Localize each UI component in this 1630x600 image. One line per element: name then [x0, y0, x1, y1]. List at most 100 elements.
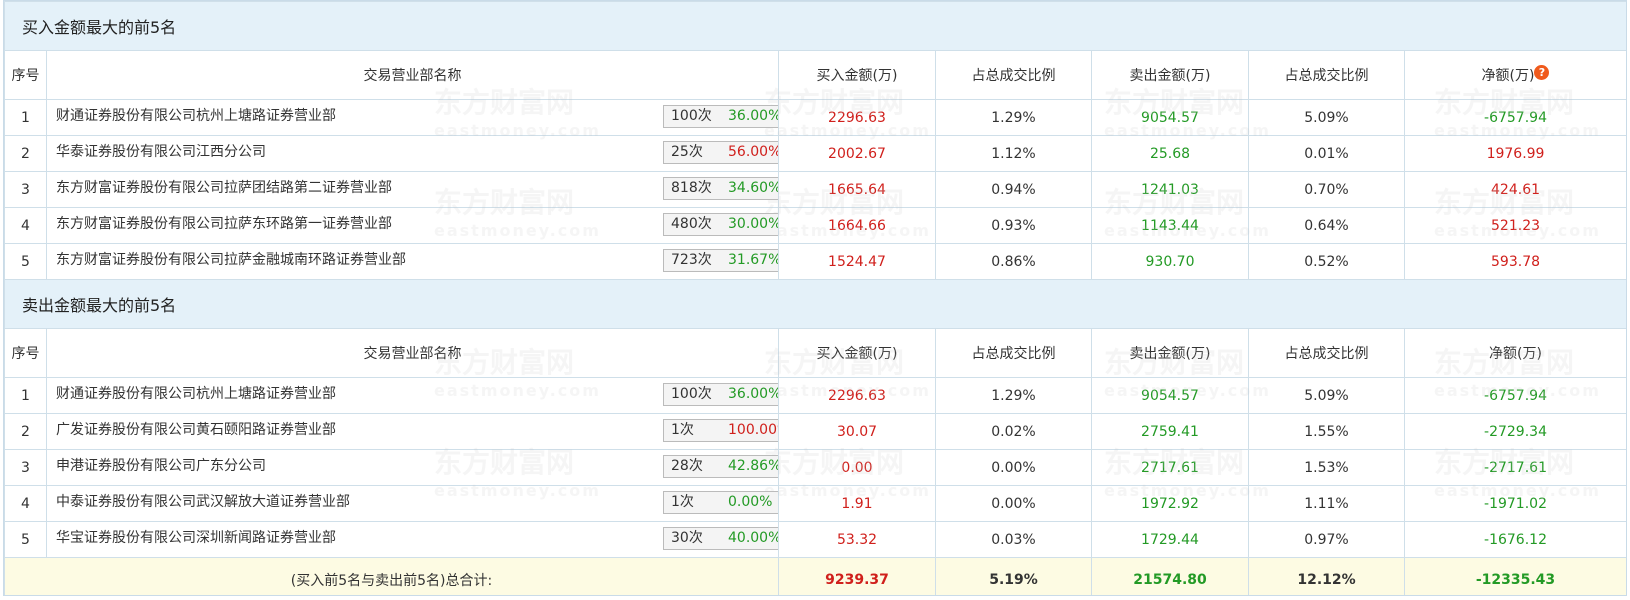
column-header: 买入金额(万) — [778, 328, 936, 378]
net-amount: 521.23 — [1403, 207, 1626, 244]
sell-ratio: 0.70% — [1248, 171, 1405, 208]
sell-amount: 1143.44 — [1091, 207, 1249, 244]
row-index: 5 — [4, 521, 47, 558]
column-header: 交易营业部名称 — [46, 50, 779, 100]
broker-cell: 华宝证券股份有限公司深圳新闻路证券营业部 30次 40.00% — [46, 521, 779, 558]
column-header: 占总成交比例 — [935, 50, 1092, 100]
total-label: (买入前5名与卖出前5名)总合计: — [4, 557, 779, 595]
broker-name[interactable]: 财通证券股份有限公司杭州上塘路证券营业部 — [56, 101, 336, 134]
sell-ratio: 5.09% — [1248, 99, 1405, 136]
table-row: 3 申港证券股份有限公司广东分公司 28次 42.86% 0.00 0.00% 2717.6… — [4, 449, 1626, 486]
buy-ratio: 0.02% — [935, 413, 1092, 450]
broker-name[interactable]: 财通证券股份有限公司杭州上塘路证券营业部 — [56, 379, 336, 412]
table-row: 1财通证券股份有限公司杭州上塘路证券营业部100次36.00%?2296.631… — [4, 99, 1626, 136]
buy-ratio: 0.86% — [935, 243, 1092, 280]
broker-name[interactable]: 华宝证券股份有限公司深圳新闻路证券营业部 — [56, 523, 336, 556]
sell-ratio: 0.01% — [1248, 135, 1405, 172]
row-index: 3 — [4, 171, 47, 208]
sell-ratio: 1.55% — [1248, 413, 1405, 450]
buy-ratio: 1.29% — [935, 377, 1092, 414]
broker-name[interactable]: 中泰证券股份有限公司武汉解放大道证券营业部 — [56, 487, 350, 520]
success-rate: 34.60% — [728, 180, 779, 196]
broker-cell: 华泰证券股份有限公司江西分公司 25次 56.00% — [46, 135, 779, 172]
broker-stats-box[interactable]: 30次 40.00% — [663, 527, 778, 550]
total-row: (买入前5名与卖出前5名)总合计: 9239.37 5.19% 21574.80… — [4, 557, 1626, 595]
table-row: 4 东方财富证券股份有限公司拉萨东环路第一证券营业部 480次 30.00% 1664.… — [4, 207, 1626, 244]
buy-section-title: 买入金额最大的前5名 — [4, 1, 1626, 51]
sell-ratio: 0.52% — [1248, 243, 1405, 280]
sell-table-body: 1财通证券股份有限公司杭州上塘路证券营业部100次36.00%?2296.631… — [4, 377, 1626, 558]
table-row: 2 华泰证券股份有限公司江西分公司 25次 56.00% 2002.67 1.12% 25.… — [4, 135, 1626, 172]
net-amount: -6757.94 — [1403, 377, 1626, 414]
total-buy: 9239.37 — [778, 557, 936, 595]
listing-count: 1次 — [671, 422, 694, 438]
sell-amount: 2759.41 — [1091, 413, 1249, 450]
broker-stats-box[interactable]: 818次 34.60% — [663, 177, 779, 200]
listing-count: 723次 — [671, 252, 712, 268]
column-header: 占总成交比例 — [935, 328, 1092, 378]
listing-count: 480次 — [671, 216, 712, 232]
broker-stats-box[interactable]: 25次 56.00% — [663, 141, 778, 164]
broker-stats-box[interactable]: 480次 30.00% — [663, 213, 778, 236]
total-buy-ratio: 5.19% — [935, 557, 1092, 595]
table-row: 5 东方财富证券股份有限公司拉萨金融城南环路证券营业部 723次 31.67% 1524… — [4, 243, 1626, 280]
row-index: 4 — [4, 207, 47, 244]
listing-count: 25次 — [671, 144, 703, 160]
total-net: -12335.43 — [1403, 557, 1626, 595]
table-row: 4 中泰证券股份有限公司武汉解放大道证券营业部 1次 0.00% 1.91 0.00% 19… — [4, 485, 1626, 522]
buy-amount: 2002.67 — [778, 135, 936, 172]
column-header: 卖出金额(万) — [1091, 50, 1249, 100]
listing-count: 1次 — [671, 494, 694, 510]
sell-amount: 1972.92 — [1091, 485, 1249, 522]
table-row: 3 东方财富证券股份有限公司拉萨团结路第二证券营业部 818次 34.60% 1665.… — [4, 171, 1626, 208]
row-index: 2 — [4, 135, 47, 172]
buy-table-body: 1财通证券股份有限公司杭州上塘路证券营业部100次36.00%?2296.631… — [4, 99, 1626, 280]
broker-stats-box[interactable]: 28次 42.86% — [663, 455, 778, 478]
sell-amount: 9054.57 — [1091, 99, 1249, 136]
sell-ratio: 0.64% — [1248, 207, 1405, 244]
net-amount: -1971.02 — [1403, 485, 1626, 522]
net-header-label: 净额(万) — [1481, 68, 1535, 84]
broker-name[interactable]: 东方财富证券股份有限公司拉萨东环路第一证券营业部 — [56, 209, 392, 242]
broker-stats-box[interactable]: 1次 0.00% — [663, 491, 778, 514]
question-icon[interactable]: ? — [1534, 65, 1550, 80]
column-header: 占总成交比例 — [1248, 328, 1405, 378]
sell-table-header: 序号 交易营业部名称 买入金额(万) 占总成交比例 卖出金额(万) 占总成交比例 净额(万) — [4, 328, 1626, 378]
buy-ratio: 1.29% — [935, 99, 1092, 136]
buy-ratio: 0.94% — [935, 171, 1092, 208]
sell-amount: 1729.44 — [1091, 521, 1249, 558]
broker-cell: 东方财富证券股份有限公司拉萨团结路第二证券营业部 818次 34.60% — [46, 171, 779, 208]
sell-ratio: 1.53% — [1248, 449, 1405, 486]
broker-stats-box[interactable]: 100次36.00%? — [663, 383, 778, 406]
sell-amount: 1241.03 — [1091, 171, 1249, 208]
column-header: 卖出金额(万) — [1091, 328, 1249, 378]
sell-ratio: 1.11% — [1248, 485, 1405, 522]
broker-name[interactable]: 广发证券股份有限公司黄石颐阳路证券营业部 — [56, 415, 336, 448]
buy-ratio: 0.00% — [935, 485, 1092, 522]
broker-stats-box[interactable]: 100次36.00%? — [663, 105, 779, 128]
buy-amount: 1.91 — [778, 485, 936, 522]
sell-amount: 25.68 — [1091, 135, 1249, 172]
broker-name[interactable]: 申港证券股份有限公司广东分公司 — [56, 451, 266, 484]
net-amount: 424.61 — [1403, 171, 1626, 208]
broker-name[interactable]: 华泰证券股份有限公司江西分公司 — [56, 137, 266, 170]
listing-count: 818次 — [671, 180, 712, 196]
buy-ratio: 0.93% — [935, 207, 1092, 244]
sell-amount: 2717.61 — [1091, 449, 1249, 486]
broker-stats-box[interactable]: 1次 100.00% — [663, 419, 778, 442]
broker-name[interactable]: 东方财富证券股份有限公司拉萨团结路第二证券营业部 — [56, 173, 392, 206]
net-amount: 1976.99 — [1403, 135, 1626, 172]
sell-amount: 930.70 — [1091, 243, 1249, 280]
listing-count: 100次 — [671, 386, 712, 402]
table-row: 2 广发证券股份有限公司黄石颐阳路证券营业部 1次 100.00%30.070.02%… — [4, 413, 1626, 450]
broker-stats-box[interactable]: 723次 31.67% — [663, 249, 778, 272]
listing-count: 100次 — [671, 108, 712, 124]
table-row: 5 华宝证券股份有限公司深圳新闻路证券营业部 30次 40.00% 53.32 0.03%… — [4, 521, 1626, 558]
buy-ratio: 0.03% — [935, 521, 1092, 558]
sell-section-title: 卖出金额最大的前5名 — [4, 279, 1626, 329]
broker-cell: 财通证券股份有限公司杭州上塘路证券营业部100次36.00%? — [46, 99, 779, 136]
buy-top5-table: 买入金额最大的前5名 序号 交易营业部名称 买入金额(万) 占总成交比例 卖出金额(万)… — [4, 1, 1626, 280]
buy-ratio: 0.00% — [935, 449, 1092, 486]
success-rate: 36.00% — [728, 108, 779, 124]
broker-name[interactable]: 东方财富证券股份有限公司拉萨金融城南环路证券营业部 — [56, 245, 406, 278]
